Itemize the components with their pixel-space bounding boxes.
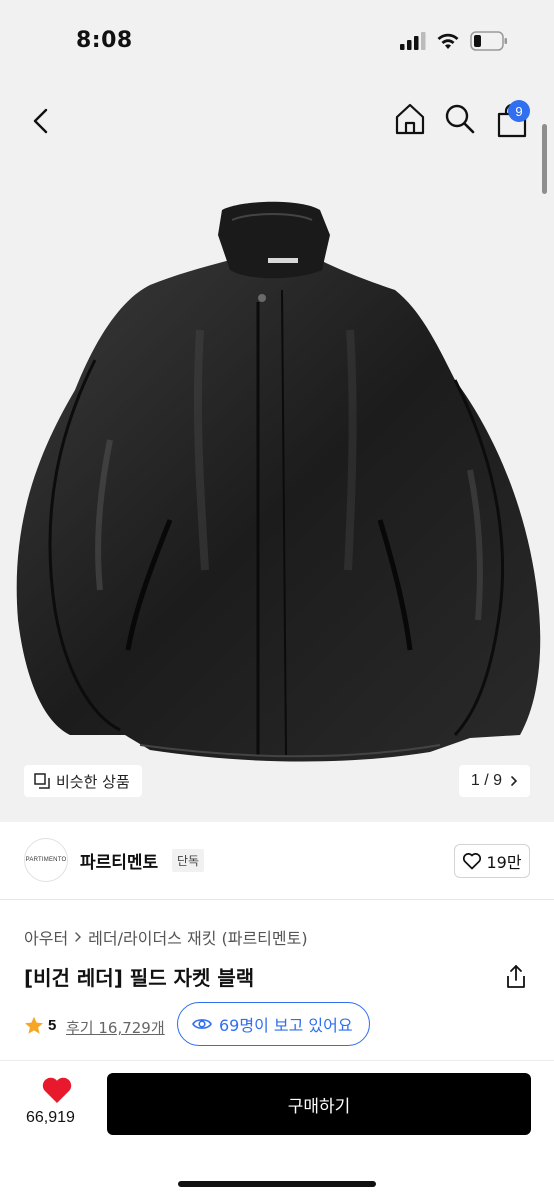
viewers-text: 69명이 보고 있어요 (219, 1016, 353, 1035)
brand-logo[interactable]: PARTIMENTO (24, 838, 68, 882)
rating-value: 5 (48, 1017, 57, 1034)
cart-count-badge: 9 (508, 100, 530, 122)
brand-row: PARTIMENTO 파르티멘토 단독 19만 (0, 822, 554, 900)
breadcrumb-category[interactable]: 아우터 (24, 925, 68, 949)
signal-icon (400, 32, 426, 50)
star-icon (25, 1016, 43, 1034)
product-title: [비건 레더] 필드 자켓 블랙 (24, 966, 255, 990)
status-time: 8:08 (76, 28, 133, 53)
pager-text: 1 / 9 (470, 772, 502, 789)
home-icon[interactable] (394, 102, 426, 136)
reviews-link[interactable]: 후기 16,729개 (66, 1017, 165, 1038)
wifi-icon (437, 33, 459, 49)
breadcrumb-subcategory[interactable]: 레더/라이더스 재킷 (파르티멘토) (88, 925, 307, 949)
viewers-badge: 69명이 보고 있어요 (177, 1002, 370, 1046)
battery-icon (470, 31, 507, 51)
eye-icon (192, 1019, 212, 1029)
heart-outline-icon (463, 853, 482, 870)
search-icon[interactable] (444, 102, 476, 136)
rating-row: 5 후기 16,729개 69명이 보고 있어요 (24, 1002, 534, 1046)
brand-like-button[interactable]: 19만 (454, 844, 530, 878)
image-pager[interactable]: 1 / 9 (458, 765, 530, 797)
wish-count: 66,919 (26, 1109, 75, 1126)
home-indicator (178, 1181, 376, 1187)
heart-icon[interactable] (40, 1075, 74, 1105)
brand-name[interactable]: 파르티멘토 (80, 848, 158, 873)
chevron-right-icon (511, 776, 518, 786)
scrollbar[interactable] (542, 124, 547, 194)
status-icons (400, 31, 508, 51)
exclusive-tag: 단독 (172, 849, 205, 872)
buy-button[interactable]: 구매하기 (107, 1073, 531, 1135)
bottom-action-bar: 66,919 구매하기 (0, 1060, 554, 1200)
top-nav (0, 96, 554, 146)
back-icon[interactable] (26, 104, 56, 138)
status-bar: 8:08 (0, 0, 554, 84)
product-image-area[interactable]: 8:08 9 비슷한 상품 1 / 9 (0, 0, 554, 822)
similar-products-label: 비슷한 상품 (56, 772, 130, 791)
share-icon[interactable] (504, 964, 528, 990)
copy-icon (34, 773, 50, 789)
chevron-right-icon (75, 932, 82, 942)
breadcrumb: 아우터 레더/라이더스 재킷 (파르티멘토) (24, 925, 308, 949)
brand-like-count: 19만 (486, 853, 522, 872)
similar-products-button[interactable]: 비슷한 상품 (24, 765, 142, 797)
product-photo[interactable] (0, 190, 554, 780)
